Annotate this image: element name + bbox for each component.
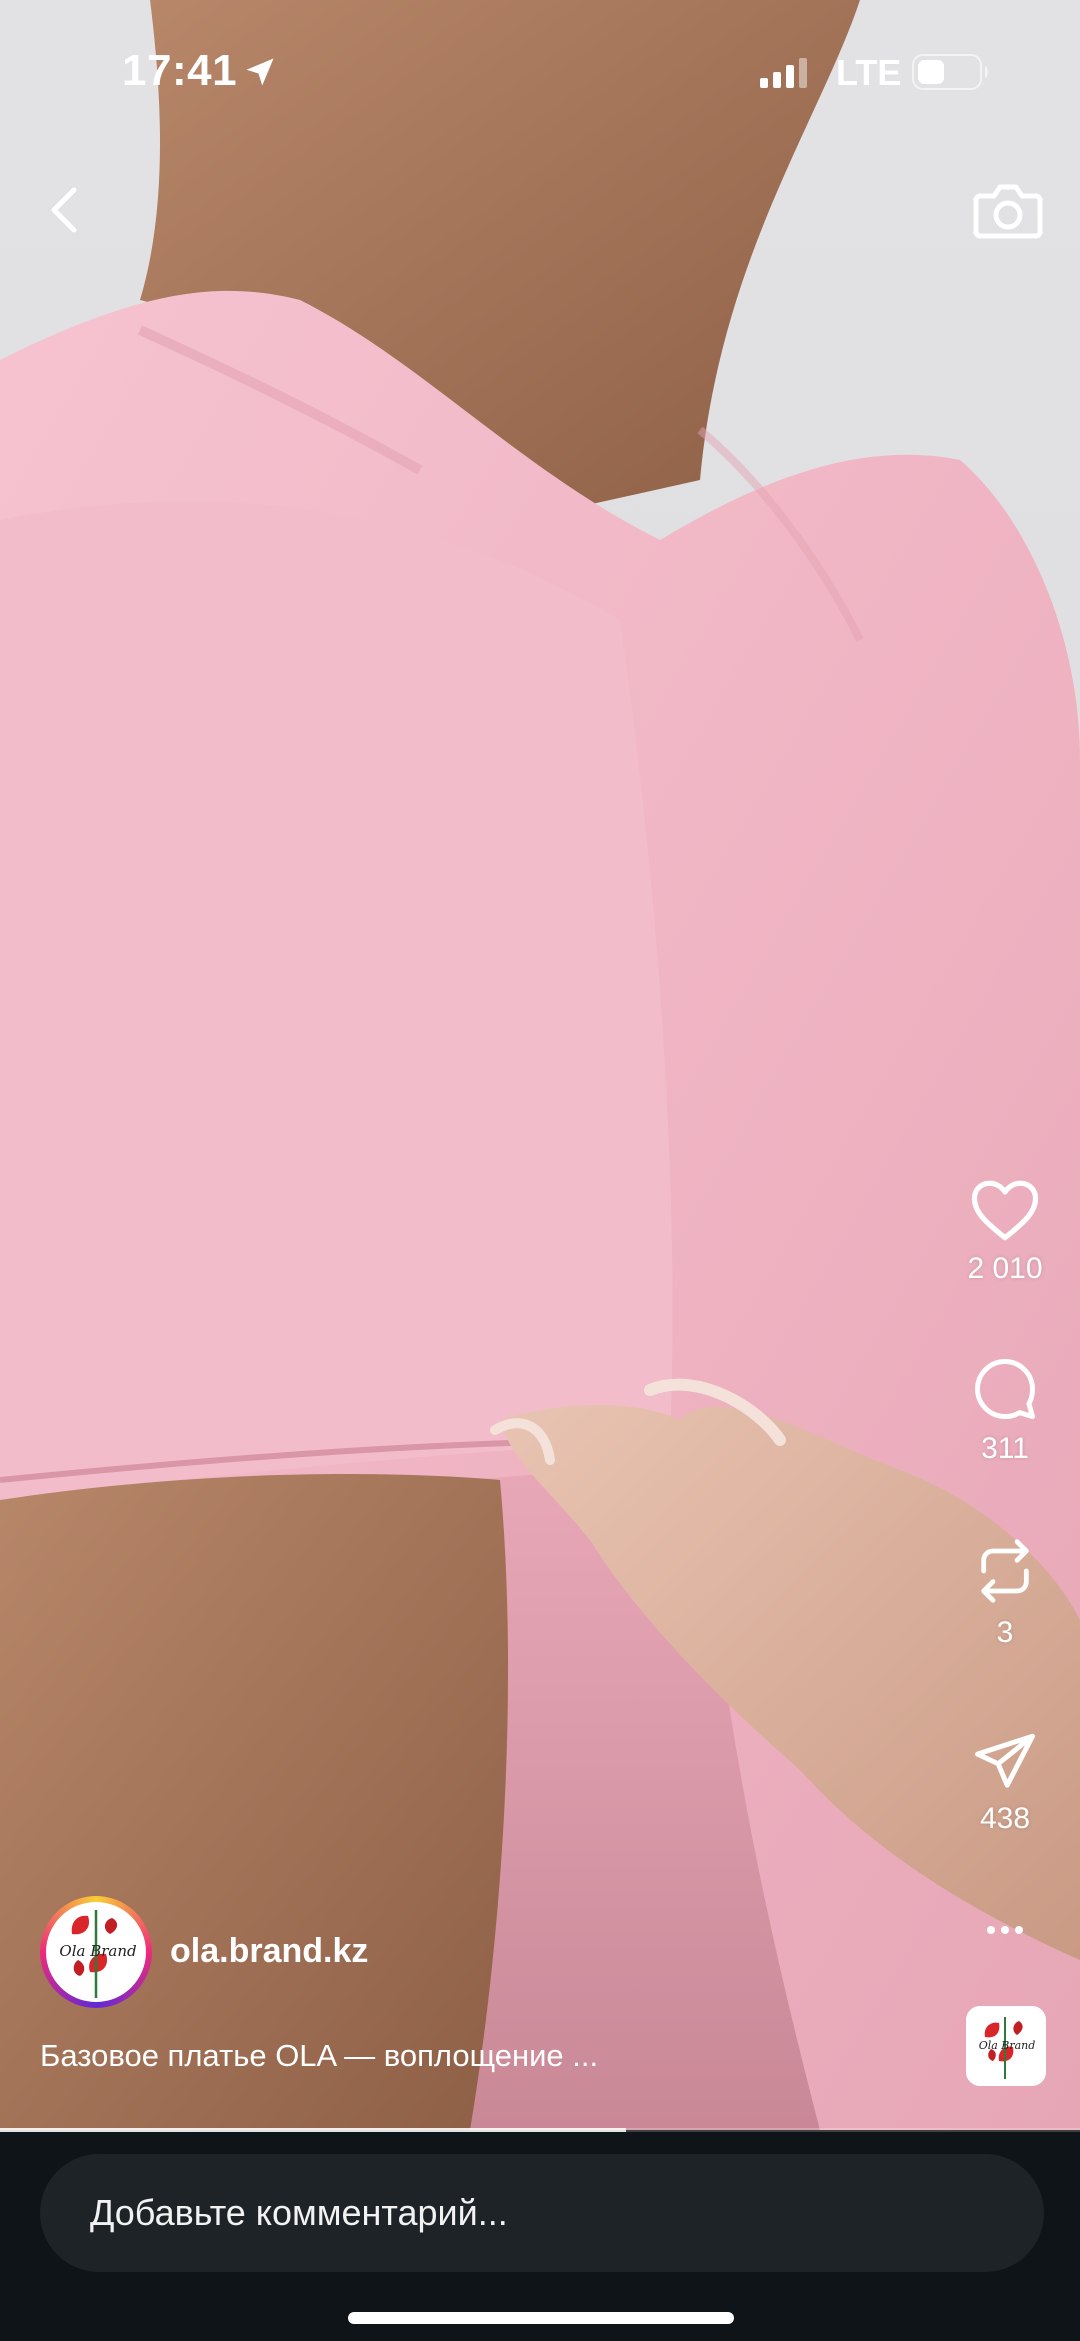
comment-icon[interactable] (972, 1356, 1038, 1422)
video-frame-illustration (0, 0, 1080, 2130)
avatar-logo-icon: Ola Brand (59, 1910, 137, 1998)
repost-count: 3 (996, 1616, 1014, 1649)
repost-icon[interactable] (973, 1536, 1037, 1606)
share-action[interactable]: 438 (955, 1730, 1055, 1836)
like-action[interactable]: 2 010 (955, 1178, 1055, 1286)
camera-icon[interactable] (972, 178, 1044, 242)
status-time: 17:41 (122, 46, 238, 95)
more-icon[interactable] (975, 1915, 1035, 1945)
audio-thumbnail[interactable]: Ola Brand (966, 2006, 1046, 2086)
repost-action[interactable]: 3 (955, 1536, 1055, 1650)
status-bar: 17:41 LTE (0, 0, 1080, 140)
battery-icon (912, 54, 988, 90)
comment-input[interactable] (40, 2154, 1044, 2272)
comment-bar (0, 2132, 1080, 2341)
comment-action[interactable]: 311 (955, 1356, 1055, 1466)
signal-icon (760, 58, 807, 88)
svg-text:Ola Brand: Ola Brand (59, 1942, 136, 1960)
share-count: 438 (979, 1802, 1031, 1835)
comment-count: 311 (981, 1432, 1029, 1465)
home-indicator[interactable] (348, 2312, 734, 2324)
svg-text:Ola Brand: Ola Brand (979, 2039, 1036, 2052)
back-chevron-icon[interactable] (36, 180, 96, 240)
brand-logo-icon: Ola Brand (979, 2017, 1036, 2079)
avatar[interactable]: Ola Brand (40, 1896, 152, 2008)
author-username[interactable]: ola.brand.kz (170, 1932, 368, 1971)
network-type: LTE (836, 52, 902, 93)
like-count: 2 010 (967, 1252, 1043, 1285)
share-icon[interactable] (972, 1730, 1038, 1792)
heart-icon[interactable] (970, 1178, 1040, 1242)
reel-video[interactable] (0, 0, 1080, 2130)
reel-caption[interactable]: Базовое платье OLA — воплощение ... (40, 2038, 598, 2074)
location-arrow-icon (246, 58, 274, 86)
